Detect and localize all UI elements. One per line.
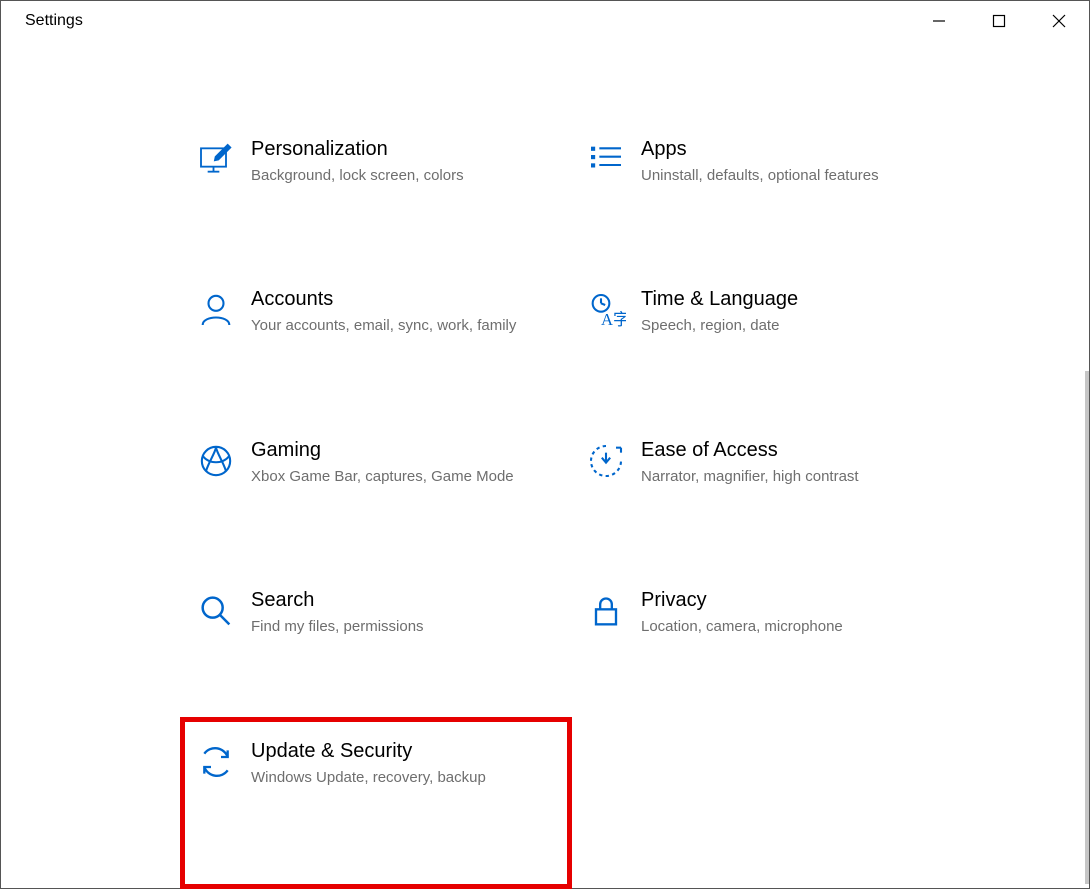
tile-desc: Location, camera, microphone [641,616,931,638]
accounts-icon [181,286,251,330]
tile-search[interactable]: Search Find my files, permissions [181,567,571,717]
tile-desc: Background, lock screen, colors [251,165,541,187]
svg-text:A字: A字 [601,310,626,329]
gaming-icon [181,437,251,481]
tile-desc: Windows Update, recovery, backup [251,767,541,789]
window-frame: Settings [0,0,1090,889]
apps-icon [571,136,641,180]
tile-desc: Your accounts, email, sync, work, family [251,315,541,337]
update-icon [181,738,251,782]
tile-privacy[interactable]: Privacy Location, camera, microphone [571,567,961,717]
settings-grid: Personalization Background, lock screen,… [1,116,1089,888]
scrollbar[interactable] [1085,371,1089,884]
tile-title: Gaming [251,439,541,462]
tile-title: Accounts [251,288,541,311]
tile-ease-of-access[interactable]: Ease of Access Narrator, magnifier, high… [571,417,961,567]
tile-desc: Xbox Game Bar, captures, Game Mode [251,466,541,488]
tile-title: Time & Language [641,288,931,311]
tile-gaming[interactable]: Gaming Xbox Game Bar, captures, Game Mod… [181,417,571,567]
tile-apps[interactable]: Apps Uninstall, defaults, optional featu… [571,116,961,266]
tile-title: Update & Security [251,740,541,763]
time-language-icon: A字 [571,286,641,330]
tile-accounts[interactable]: Accounts Your accounts, email, sync, wor… [181,266,571,416]
tile-title: Personalization [251,138,541,161]
titlebar: Settings [1,1,1089,41]
personalization-icon [181,136,251,180]
tile-desc: Narrator, magnifier, high contrast [641,466,931,488]
window-controls [909,1,1089,41]
minimize-button[interactable] [909,1,969,41]
search-icon [181,587,251,631]
tile-title: Search [251,589,541,612]
tile-update-security[interactable]: Update & Security Windows Update, recove… [181,718,571,888]
tile-desc: Find my files, permissions [251,616,541,638]
close-icon [1052,14,1066,28]
tile-desc: Speech, region, date [641,315,931,337]
maximize-icon [992,14,1006,28]
maximize-button[interactable] [969,1,1029,41]
tile-time-language[interactable]: A字 Time & Language Speech, region, date [571,266,961,416]
window-title: Settings [25,12,83,30]
close-button[interactable] [1029,1,1089,41]
tile-title: Apps [641,138,931,161]
tile-title: Ease of Access [641,439,931,462]
tile-desc: Uninstall, defaults, optional features [641,165,931,187]
tile-personalization[interactable]: Personalization Background, lock screen,… [181,116,571,266]
ease-of-access-icon [571,437,641,481]
privacy-icon [571,587,641,631]
tile-title: Privacy [641,589,931,612]
minimize-icon [932,14,946,28]
